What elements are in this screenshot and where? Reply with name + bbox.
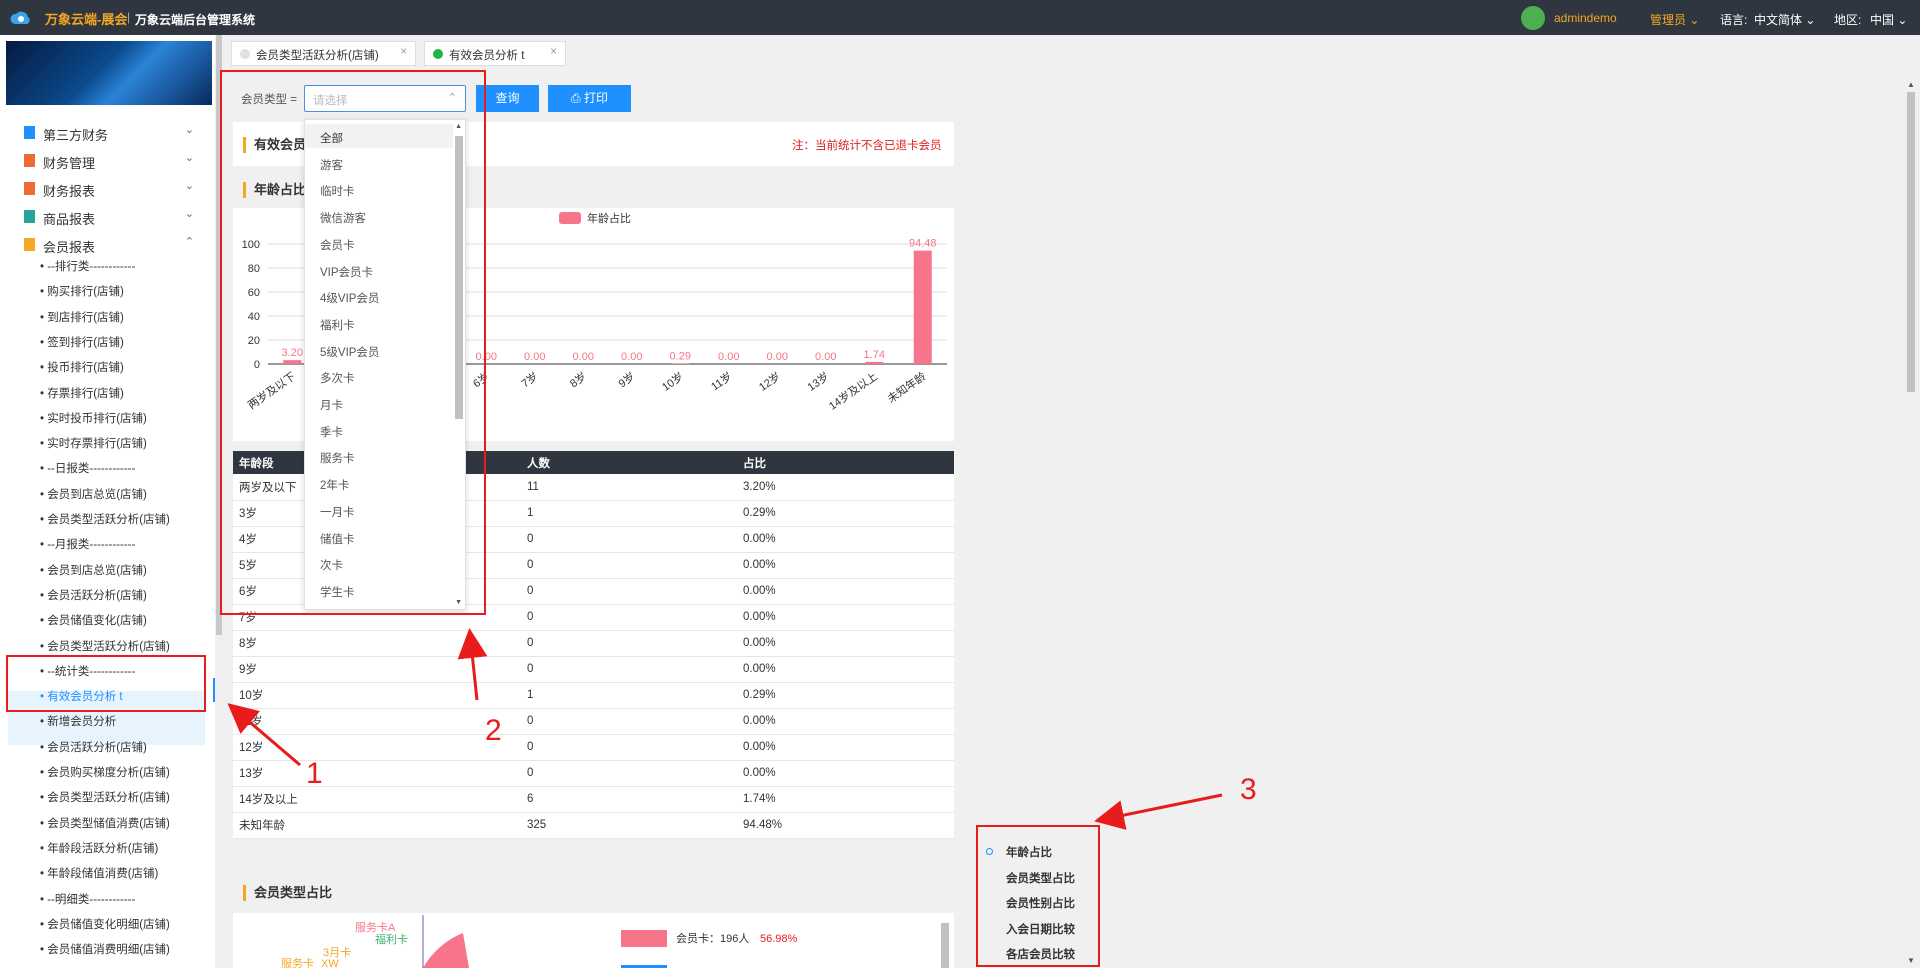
- annotation-arrow-3: [1094, 793, 1223, 830]
- annotation-number-2: 2: [485, 714, 502, 747]
- annotation-arrow-2: [457, 628, 488, 701]
- annotation-arrow-1: [227, 703, 301, 767]
- annotation-number-1: 1: [306, 757, 323, 790]
- annotation-number-3: 3: [1240, 773, 1257, 806]
- annotation-arrows: [227, 628, 1223, 830]
